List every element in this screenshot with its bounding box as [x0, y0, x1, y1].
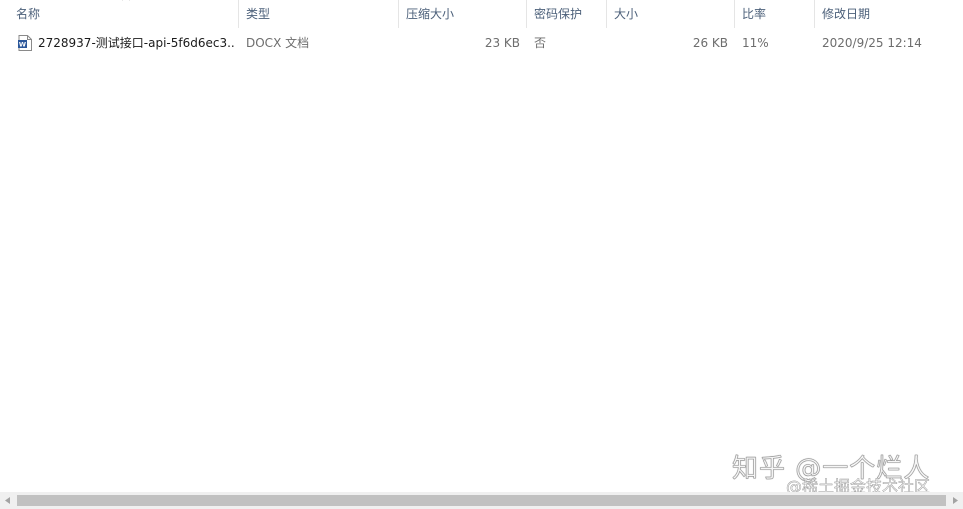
- column-divider[interactable]: [734, 0, 735, 28]
- file-name[interactable]: 2728937-测试接口-api-5f6d6ec3...: [38, 31, 236, 55]
- column-divider[interactable]: [814, 0, 815, 28]
- file-row[interactable]: W 2728937-测试接口-api-5f6d6ec3... DOCX 文档 2…: [0, 31, 963, 55]
- file-size: 26 KB: [692, 36, 728, 50]
- file-modified-date: 2020/9/25 12:14: [822, 36, 922, 50]
- column-header-ratio[interactable]: 比率: [736, 0, 814, 28]
- column-header-modified[interactable]: 修改日期: [816, 0, 956, 28]
- word-document-icon: W: [18, 35, 32, 51]
- file-password-protected: 否: [534, 36, 547, 50]
- scrollbar-thumb[interactable]: [17, 495, 946, 506]
- column-divider[interactable]: [398, 0, 399, 28]
- horizontal-scrollbar[interactable]: [0, 492, 963, 509]
- watermark-main: 知乎 @一个烂人: [732, 454, 931, 485]
- column-header-name[interactable]: 名称: [10, 0, 238, 28]
- column-header-compressed-size[interactable]: 压缩大小: [400, 0, 526, 28]
- archive-file-list-window: 名称 类型 压缩大小 密码保护 大小 比率 修改日期 W 2728937-测试接…: [0, 0, 963, 509]
- column-header-password[interactable]: 密码保护: [528, 0, 606, 28]
- file-type: DOCX 文档: [246, 36, 310, 50]
- column-header-size[interactable]: 大小: [608, 0, 734, 28]
- column-divider[interactable]: [606, 0, 607, 28]
- column-divider[interactable]: [238, 0, 239, 28]
- scroll-left-icon[interactable]: [0, 492, 16, 509]
- svg-text:W: W: [19, 41, 26, 49]
- column-divider[interactable]: [526, 0, 527, 28]
- scroll-right-icon[interactable]: [947, 492, 963, 509]
- column-header-row: 名称 类型 压缩大小 密码保护 大小 比率 修改日期: [0, 0, 963, 28]
- watermark: 知乎 @一个烂人 @稀土掘金技术社区: [732, 448, 957, 498]
- file-ratio: 11%: [742, 36, 769, 50]
- column-header-type[interactable]: 类型: [240, 0, 398, 28]
- file-compressed-size: 23 KB: [484, 36, 520, 50]
